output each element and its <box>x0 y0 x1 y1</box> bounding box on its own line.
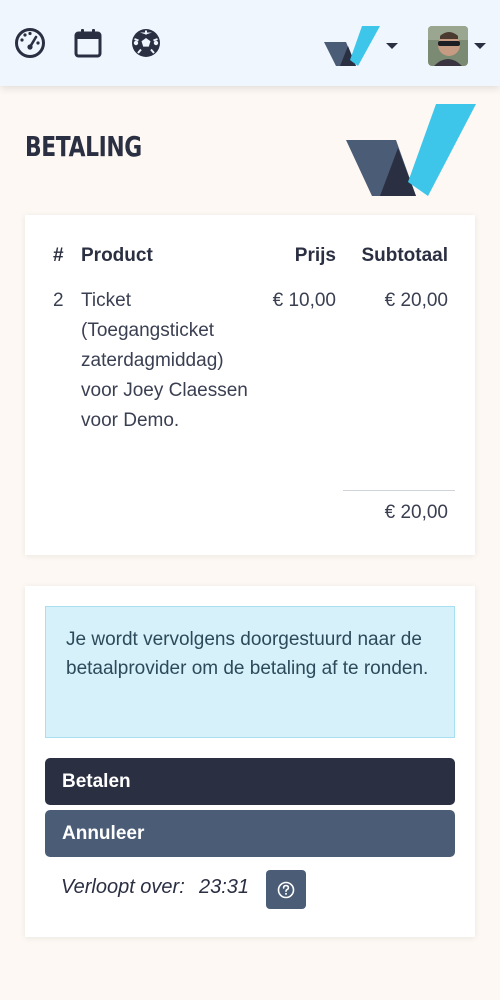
order-row-price: € 10,00 <box>272 290 336 311</box>
page-title: BETALING <box>25 130 142 163</box>
order-row-subtotal: € 20,00 <box>384 290 448 311</box>
calendar-icon[interactable] <box>71 26 105 60</box>
column-header-product: Product <box>81 245 153 266</box>
expires-countdown: 23:31 <box>199 876 250 898</box>
total-divider <box>343 490 455 491</box>
soccer-ball-icon[interactable] <box>129 26 163 60</box>
pay-button[interactable]: Betalen <box>45 758 455 805</box>
order-total: € 20,00 <box>384 502 448 523</box>
dashboard-icon[interactable] <box>13 26 47 60</box>
expires-label: Verloopt over: <box>61 876 185 898</box>
column-header-qty: # <box>53 245 64 266</box>
question-circle-icon <box>277 881 295 899</box>
redirect-info-alert: Je wordt vervolgens doorgestuurd naar de… <box>45 606 455 738</box>
cancel-button[interactable]: Annuleer <box>45 810 455 857</box>
chevron-down-icon <box>474 43 486 49</box>
column-header-subtotal: Subtotaal <box>361 245 448 266</box>
brand-logo-icon <box>346 104 476 196</box>
brand-menu[interactable] <box>322 24 402 66</box>
payment-card: Je wordt vervolgens doorgestuurd naar de… <box>25 586 475 937</box>
avatar <box>428 26 468 66</box>
top-navbar <box>0 0 500 86</box>
column-header-price: Prijs <box>294 245 336 266</box>
order-summary-card: # Product Prijs Subtotaal 2 Ticket (Toeg… <box>25 215 475 555</box>
brand-logo-icon <box>324 26 380 66</box>
help-button[interactable] <box>266 870 306 909</box>
order-row-product: Ticket (Toegangsticket zaterdagmiddag) v… <box>81 290 248 431</box>
order-row-qty: 2 <box>53 290 64 311</box>
user-menu[interactable] <box>426 24 488 68</box>
chevron-down-icon <box>386 43 398 49</box>
